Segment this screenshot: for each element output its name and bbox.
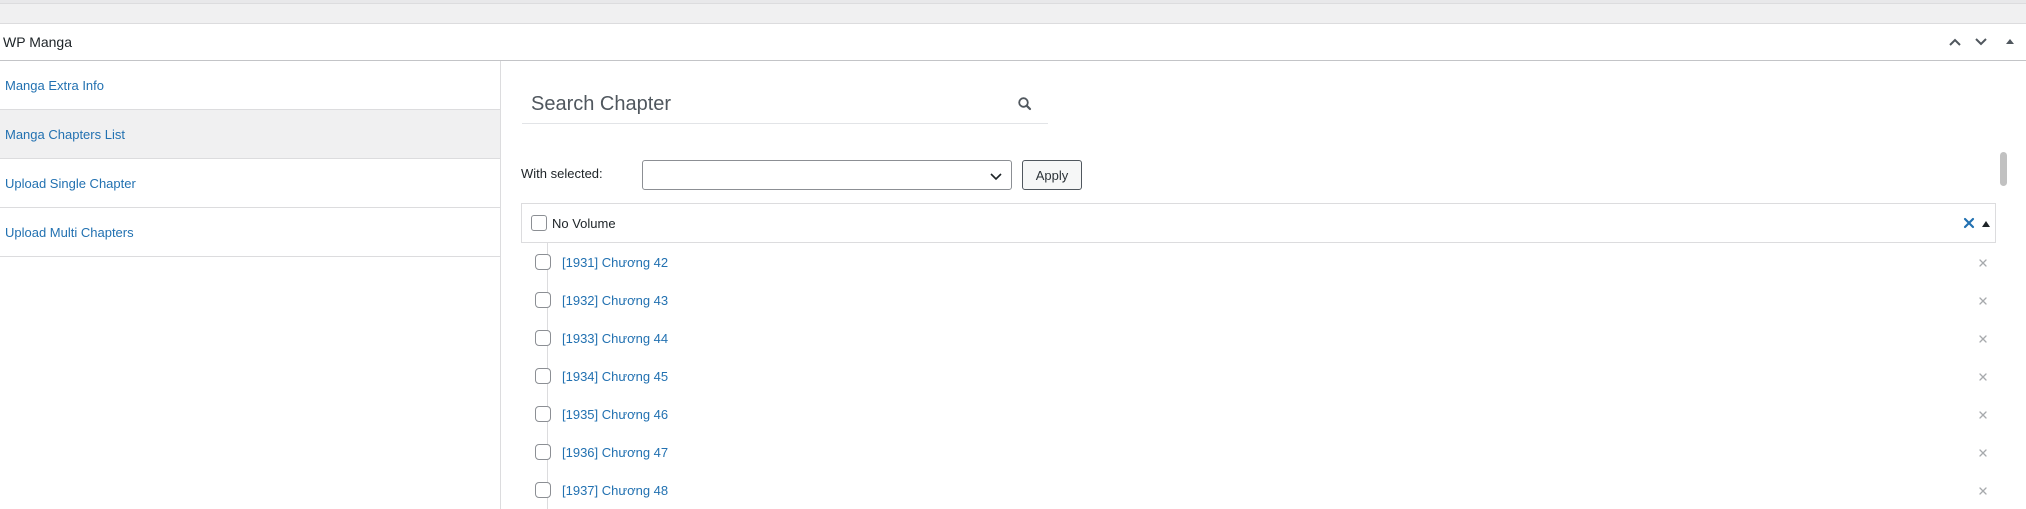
close-icon: [1963, 217, 1975, 229]
chapter-row: [1937] Chương 48: [521, 471, 1996, 509]
chapter-list: [1931] Chương 42 [1932] Chương 43 [1933] C…: [521, 243, 1996, 509]
close-icon: [1979, 449, 1987, 457]
top-strip: [0, 0, 2026, 24]
sidebar-item-manga-chapters-list[interactable]: Manga Chapters List: [0, 110, 500, 159]
sidebar-item-upload-multi-chapters[interactable]: Upload Multi Chapters: [0, 208, 500, 257]
volume-name: No Volume: [552, 216, 616, 231]
chapter-checkbox[interactable]: [535, 292, 551, 308]
move-down-button[interactable]: [1969, 30, 1993, 54]
delete-chapter-button[interactable]: [1977, 256, 1989, 268]
scroll-thumb[interactable]: [2000, 152, 2007, 186]
delete-chapter-button[interactable]: [1977, 484, 1989, 496]
toggle-panel-button[interactable]: [1998, 30, 2022, 54]
chapter-link[interactable]: [1937] Chương 48: [562, 483, 668, 498]
delete-volume-button[interactable]: [1962, 216, 1976, 230]
delete-chapter-button[interactable]: [1977, 294, 1989, 306]
chapter-checkbox[interactable]: [535, 482, 551, 498]
apply-button[interactable]: Apply: [1022, 160, 1082, 190]
chapter-link[interactable]: [1936] Chương 47: [562, 445, 668, 460]
delete-chapter-button[interactable]: [1977, 370, 1989, 382]
chapter-link[interactable]: [1935] Chương 46: [562, 407, 668, 422]
delete-chapter-button[interactable]: [1977, 446, 1989, 458]
chapter-link[interactable]: [1931] Chương 42: [562, 255, 668, 270]
chapter-row: [1934] Chương 45: [521, 357, 1996, 395]
collapse-volume-button[interactable]: [1980, 217, 1992, 229]
move-up-button[interactable]: [1943, 30, 1967, 54]
top-strip-line: [0, 0, 2026, 4]
chapter-checkbox[interactable]: [535, 368, 551, 384]
chapter-row: [1933] Chương 44: [521, 319, 1996, 357]
search-icon[interactable]: [1015, 94, 1035, 114]
chapter-row: [1931] Chương 42: [521, 243, 1996, 281]
bulk-action-select[interactable]: [642, 160, 1012, 190]
chapter-checkbox[interactable]: [535, 444, 551, 460]
chapter-checkbox[interactable]: [535, 406, 551, 422]
chapter-checkbox[interactable]: [535, 330, 551, 346]
chapter-list-scrollbar[interactable]: [1997, 149, 2009, 509]
metabox-tabs-sidebar: Manga Extra Info Manga Chapters List Uploa…: [0, 61, 501, 509]
search-chapter-box: [522, 86, 1048, 124]
delete-chapter-button[interactable]: [1977, 332, 1989, 344]
metabox-header: WP Manga: [0, 24, 2026, 61]
chevron-up-icon: [1949, 38, 1961, 46]
delete-chapter-button[interactable]: [1977, 408, 1989, 420]
volume-checkbox[interactable]: [531, 215, 547, 231]
with-selected-label: With selected:: [521, 166, 603, 181]
metabox-title: WP Manga: [3, 34, 72, 50]
search-chapter-input[interactable]: [522, 86, 1002, 122]
triangle-up-icon: [2006, 39, 2014, 44]
close-icon: [1979, 259, 1987, 267]
chapter-link[interactable]: [1933] Chương 44: [562, 331, 668, 346]
close-icon: [1979, 411, 1987, 419]
chapter-link[interactable]: [1934] Chương 45: [562, 369, 668, 384]
chapter-link[interactable]: [1932] Chương 43: [562, 293, 668, 308]
chapter-checkbox[interactable]: [535, 254, 551, 270]
close-icon: [1979, 487, 1987, 495]
chevron-down-icon: [990, 173, 1002, 181]
close-icon: [1979, 335, 1987, 343]
chevron-down-icon: [1975, 38, 1987, 46]
close-icon: [1979, 297, 1987, 305]
sidebar-item-upload-single-chapter[interactable]: Upload Single Chapter: [0, 159, 500, 208]
chapters-panel: With selected: Apply No Volume [1931] Ch…: [502, 61, 2026, 509]
sidebar-item-manga-extra-info[interactable]: Manga Extra Info: [0, 61, 500, 110]
chapter-row: [1936] Chương 47: [521, 433, 1996, 471]
chapter-row: [1932] Chương 43: [521, 281, 1996, 319]
chapter-row: [1935] Chương 46: [521, 395, 1996, 433]
close-icon: [1979, 373, 1987, 381]
volume-row: No Volume: [521, 203, 1996, 243]
triangle-up-icon: [1982, 221, 1990, 227]
